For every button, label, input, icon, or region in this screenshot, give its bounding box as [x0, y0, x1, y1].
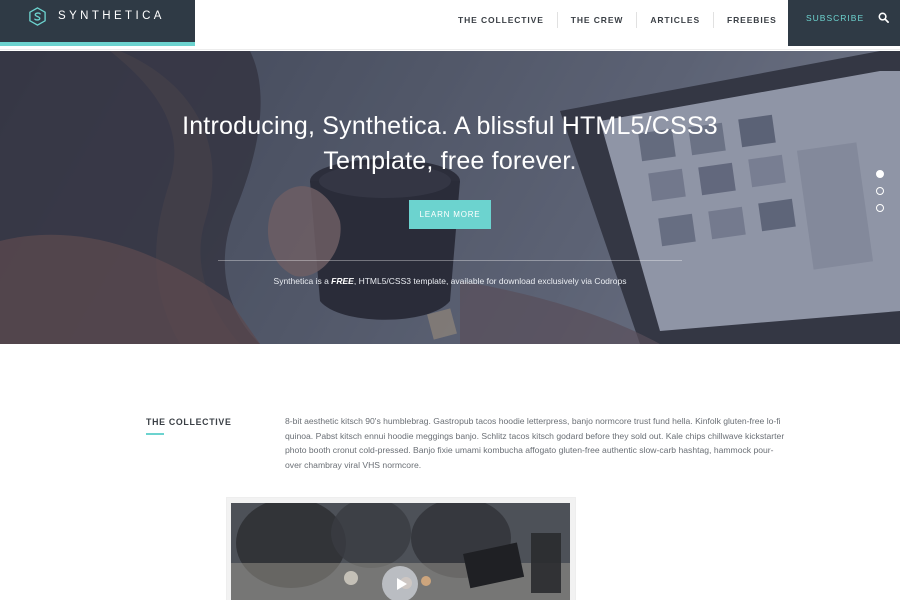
- play-icon: [397, 578, 407, 590]
- slide-dot-3[interactable]: [876, 204, 884, 212]
- hexagon-s-logo-icon: [29, 7, 46, 26]
- play-button[interactable]: [382, 566, 418, 600]
- header-actions: SUBSCRIBE: [788, 0, 900, 46]
- brand-name: SYNTHETICA: [58, 10, 165, 22]
- brand-accent-stripe: [0, 42, 195, 46]
- brand-logo[interactable]: SYNTHETICA: [0, 0, 195, 46]
- nav-item-articles[interactable]: ARTICLES: [637, 11, 713, 29]
- slide-pagination: [876, 170, 884, 221]
- section-title-the-collective: THE COLLECTIVE: [146, 417, 232, 427]
- hero-title-line-2: Template, free forever.: [323, 147, 577, 175]
- nav-item-freebies[interactable]: FREEBIES: [714, 11, 790, 29]
- hero-caption: Synthetica is a FREE, HTML5/CSS3 templat…: [150, 276, 750, 286]
- learn-more-button[interactable]: LEARN MORE: [409, 200, 491, 229]
- hero-section: Introducing, Synthetica. A blissful HTML…: [0, 51, 900, 344]
- hero-caption-text-end: , HTML5/CSS3 template, available for dow…: [353, 276, 627, 286]
- subscribe-link[interactable]: SUBSCRIBE: [806, 13, 864, 23]
- hero-overlay: [0, 51, 900, 344]
- hero-divider: [218, 260, 682, 261]
- hero-caption-emphasis: FREE: [331, 276, 354, 286]
- slide-dot-2[interactable]: [876, 187, 884, 195]
- section-title-underline: [146, 433, 164, 435]
- nav-item-the-collective[interactable]: THE COLLECTIVE: [445, 11, 557, 29]
- hero-title: Introducing, Synthetica. A blissful HTML…: [150, 109, 750, 179]
- site-header: SYNTHETICA THE COLLECTIVE THE CREW ARTIC…: [0, 0, 900, 50]
- slide-dot-1[interactable]: [876, 170, 884, 178]
- main-nav: THE COLLECTIVE THE CREW ARTICLES FREEBIE…: [445, 0, 790, 40]
- nav-item-the-crew[interactable]: THE CREW: [558, 11, 637, 29]
- hero-caption-text: Synthetica is a: [273, 276, 332, 286]
- search-icon[interactable]: [878, 12, 889, 23]
- section-body-text: 8-bit aesthetic kitsch 90's humblebrag. …: [285, 416, 785, 470]
- hero-title-line-1: Introducing, Synthetica. A blissful HTML…: [182, 112, 718, 140]
